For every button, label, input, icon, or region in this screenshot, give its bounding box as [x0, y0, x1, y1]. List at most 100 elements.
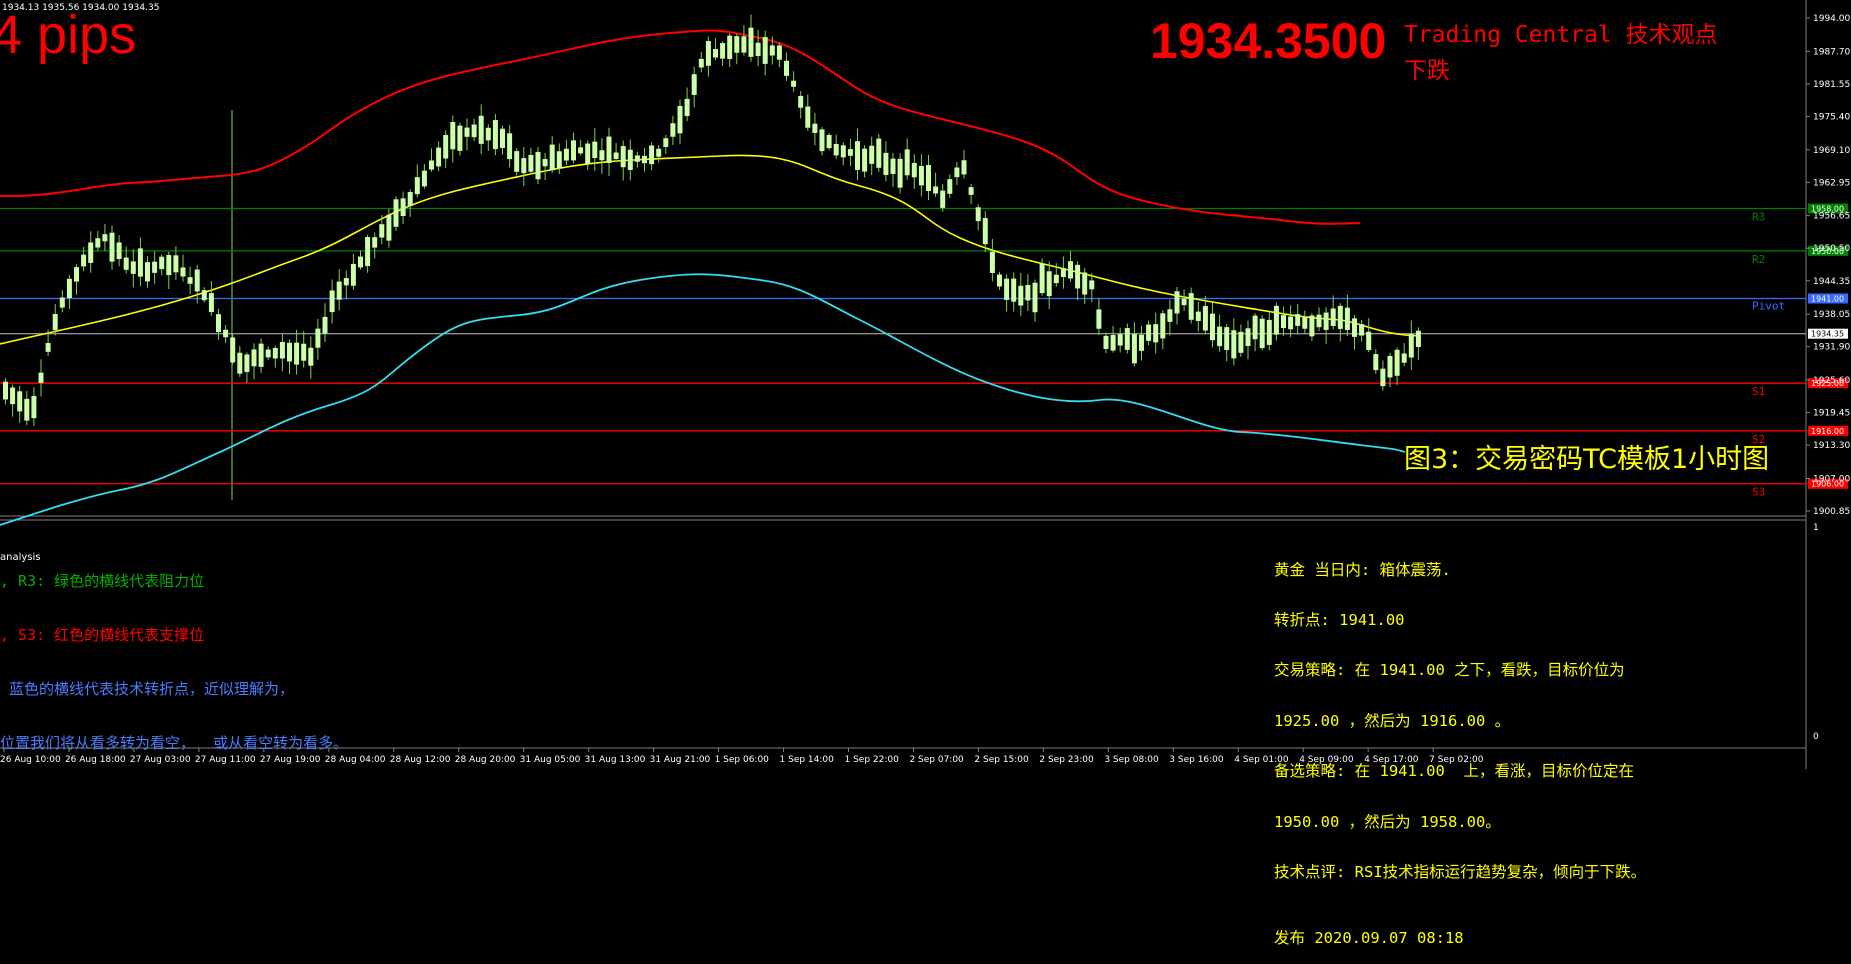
candle-body	[1082, 272, 1088, 295]
candle-body	[1004, 278, 1010, 300]
time-tick-label: 2 Sep 23:00	[1039, 755, 1094, 765]
legend-pivot-detail: 位置我们将从看多转为看空， 或从看空转为看多。	[0, 734, 349, 752]
candle-body	[890, 158, 896, 174]
candle-body	[755, 42, 761, 56]
candle-body	[904, 149, 910, 176]
candlesticks	[3, 14, 1421, 426]
candle-body	[592, 141, 598, 159]
candle-body	[847, 149, 853, 156]
candle-body	[507, 133, 513, 160]
candle-body	[1124, 328, 1130, 350]
candle-body	[194, 269, 200, 292]
price-tick-label: 1900.85	[1813, 507, 1850, 517]
candle-body	[762, 37, 768, 64]
candle-body	[975, 207, 981, 222]
candle-body	[329, 290, 335, 313]
candle-body	[748, 27, 754, 57]
candle-body	[1273, 305, 1279, 335]
time-tick-label: 3 Sep 16:00	[1169, 755, 1224, 765]
candle-body	[1139, 334, 1144, 351]
analysis-line: 交易策略: 在 1941.00 之下，看跌，目标价位为	[1274, 661, 1625, 680]
candle-body	[3, 381, 8, 400]
candle-body	[663, 138, 669, 147]
candle-body	[826, 135, 832, 149]
candle-body	[358, 256, 363, 268]
candle-body	[1217, 326, 1223, 347]
candle-body	[812, 123, 818, 133]
level-price-tag-label: 1916.00	[1811, 427, 1844, 436]
candle-body	[1330, 308, 1336, 326]
analysis-line: 转折点: 1941.00	[1274, 610, 1405, 629]
price-tick-label: 1956.65	[1813, 212, 1850, 222]
price-tick-label: 1938.05	[1813, 310, 1850, 320]
candle-body	[1188, 293, 1194, 320]
candle-body	[66, 278, 72, 298]
candle-body	[1415, 330, 1421, 348]
candle-body	[350, 263, 356, 286]
analysis-line: 黄金 当日内: 箱体震荡.	[1274, 560, 1451, 579]
candle-body	[741, 36, 747, 53]
candle-body	[88, 242, 94, 263]
candle-body	[265, 349, 271, 358]
candle-body	[251, 349, 257, 367]
candle-body	[1288, 316, 1294, 330]
candle-body	[528, 154, 534, 172]
price-tick-label: 1925.60	[1813, 376, 1850, 386]
candle-body	[258, 343, 264, 367]
analysis-panel: 黄金 当日内: 箱体震荡. 转折点: 1941.00 交易策略: 在 1941.…	[1274, 528, 1646, 964]
analysis-line: 技术点评: RSI技术指标运行趋势复杂，倾向于下跌。	[1274, 862, 1647, 881]
candle-body	[769, 45, 775, 56]
candle-body	[1401, 353, 1407, 363]
analysis-line: 备选策略: 在 1941.00 上，看涨，目标价位定在	[1274, 762, 1634, 781]
trading-central-title: Trading Central 技术观点	[1404, 22, 1718, 48]
price-tick-label: 1987.70	[1813, 47, 1850, 57]
indicator-axis-top: 1	[1813, 523, 1819, 533]
price-tick-label: 1994.00	[1813, 14, 1850, 24]
price-tick-label: 1962.95	[1813, 178, 1850, 188]
candle-body	[911, 162, 917, 178]
candle-body	[1281, 315, 1286, 329]
figure-caption: 图3：交易密码TC模板1小时图	[1404, 444, 1770, 475]
candle-body	[1103, 335, 1109, 349]
candle-body	[81, 254, 87, 267]
level-label-s1: S1	[1752, 385, 1765, 398]
candle-body	[1387, 355, 1393, 378]
candle-body	[1160, 313, 1166, 339]
candle-body	[1025, 284, 1031, 301]
candle-body	[940, 190, 946, 208]
price-tick-label: 1913.30	[1813, 441, 1850, 451]
candle-body	[954, 167, 960, 178]
candle-body	[230, 337, 236, 363]
price-tick-label: 1944.35	[1813, 277, 1850, 287]
candle-body	[634, 155, 640, 162]
level-label-pivot: Pivot	[1752, 300, 1785, 313]
candle-body	[961, 160, 967, 175]
candle-body	[1202, 306, 1208, 331]
candle-body	[713, 49, 718, 58]
candle-body	[670, 123, 676, 137]
candle-body	[1352, 318, 1357, 337]
candle-body	[464, 127, 470, 137]
candle-body	[173, 255, 179, 273]
candle-body	[137, 248, 143, 277]
time-tick-label: 2 Sep 15:00	[974, 755, 1029, 765]
candle-body	[982, 218, 988, 245]
candle-body	[613, 152, 619, 159]
analysis-line: 1950.00 ，然后为 1958.00。	[1274, 812, 1501, 831]
candle-body	[17, 391, 23, 412]
candle-body	[1337, 305, 1343, 329]
candle-body	[1053, 274, 1059, 284]
candle-body	[1181, 298, 1187, 306]
current-price-tag-label: 1934.35	[1811, 330, 1844, 339]
candle-body	[1153, 324, 1159, 343]
levels-legend: , R3: 绿色的横线代表阻力位 , S3: 红色的横线代表支撑位 蓝色的横线代…	[0, 536, 348, 770]
candle-body	[514, 151, 520, 172]
candle-body	[691, 74, 697, 95]
candle-body	[457, 125, 463, 151]
candle-body	[336, 281, 342, 300]
candle-body	[1231, 330, 1237, 359]
candle-body	[1096, 309, 1102, 329]
candle-body	[180, 267, 186, 277]
time-tick-label: 1 Sep 14:00	[780, 755, 835, 765]
candle-body	[571, 140, 576, 161]
